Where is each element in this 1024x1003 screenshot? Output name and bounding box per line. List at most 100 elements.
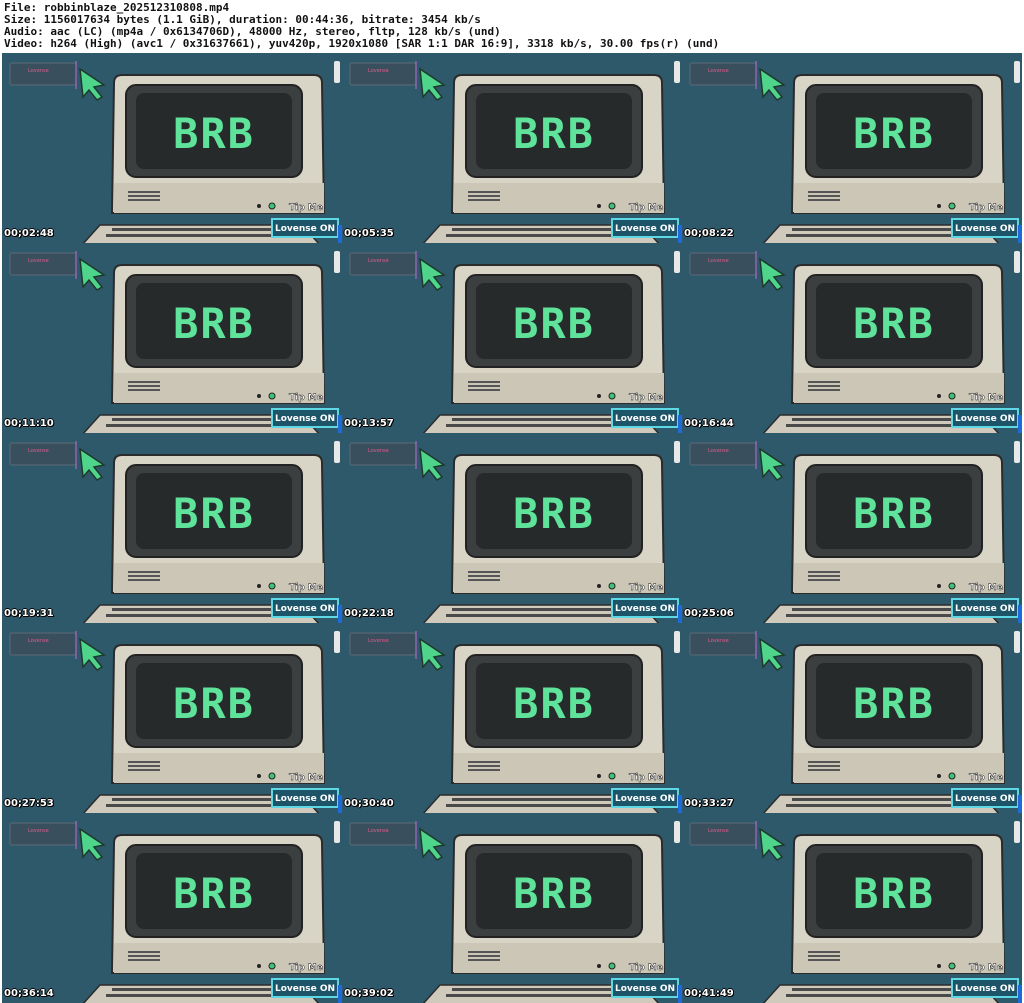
- status-led: [608, 962, 616, 970]
- thumbnail-9[interactable]: Lovense BRB Tip Me Lovense ON 00;25:06: [682, 433, 1022, 623]
- vent-line: [808, 195, 840, 197]
- vent-line: [808, 959, 840, 961]
- power-led: [597, 964, 601, 968]
- tip-me-label: Tip Me: [629, 583, 663, 593]
- side-bar: [1014, 821, 1020, 843]
- key-row: [792, 608, 952, 611]
- key-row: [106, 994, 278, 997]
- tip-me-label: Tip Me: [289, 583, 323, 593]
- tip-me-label: Tip Me: [629, 773, 663, 783]
- lovense-mini-panel: [689, 252, 757, 276]
- vent-line: [468, 385, 500, 387]
- timestamp: 00;11:10: [4, 418, 54, 429]
- status-led: [268, 772, 276, 780]
- tip-me-label: Tip Me: [289, 963, 323, 973]
- lovense-on-label: Lovense ON: [615, 604, 675, 614]
- key-row: [452, 608, 612, 611]
- lovense-on-label: Lovense ON: [615, 984, 675, 994]
- vent-line: [808, 765, 840, 767]
- brb-scene: Lovense BRB Tip Me Lovense ON: [2, 243, 342, 433]
- key-row: [792, 228, 952, 231]
- timestamp: 00;02:48: [4, 228, 54, 239]
- key-row: [106, 424, 278, 427]
- key-row: [452, 228, 612, 231]
- status-led: [268, 202, 276, 210]
- lovense-on-label: Lovense ON: [955, 224, 1015, 234]
- tip-me-label: Tip Me: [969, 203, 1003, 213]
- thumbnail-1[interactable]: Lovense BRB Tip Me Lovense ON 00;02:48: [2, 53, 342, 243]
- brb-scene: Lovense BRB Tip Me Lovense ON: [2, 53, 342, 243]
- vent-line: [468, 191, 500, 193]
- side-bar: [1014, 631, 1020, 653]
- thumbnail-7[interactable]: Lovense BRB Tip Me Lovense ON 00;19:31: [2, 433, 342, 623]
- vent-line: [808, 761, 840, 763]
- side-bar: [674, 631, 680, 653]
- power-led: [937, 394, 941, 398]
- lovense-mini-panel: [689, 822, 757, 846]
- thumbnail-15[interactable]: Lovense BRB Tip Me Lovense ON 00;41:49: [682, 813, 1022, 1003]
- lovense-mini-label: Lovense: [368, 258, 389, 264]
- edge-accent: [1018, 985, 1022, 1003]
- thumbnail-14[interactable]: Lovense BRB Tip Me Lovense ON 00;39:02: [342, 813, 682, 1003]
- brb-scene: Lovense BRB Tip Me Lovense ON: [682, 813, 1022, 1003]
- vent-line: [808, 381, 840, 383]
- timestamp: 00;22:18: [344, 608, 394, 619]
- vent-line: [808, 579, 840, 581]
- lovense-mini-panel: [349, 632, 417, 656]
- lovense-on-label: Lovense ON: [955, 414, 1015, 424]
- key-row: [452, 988, 612, 991]
- power-led: [937, 584, 941, 588]
- side-bar: [334, 251, 340, 273]
- side-bar: [674, 61, 680, 83]
- tip-me-label: Tip Me: [969, 393, 1003, 403]
- lovense-mini-label: Lovense: [28, 448, 49, 454]
- vent-line: [468, 959, 500, 961]
- tip-me-label: Tip Me: [289, 203, 323, 213]
- key-row: [112, 418, 272, 421]
- thumbnail-12[interactable]: Lovense BRB Tip Me Lovense ON 00;33:27: [682, 623, 1022, 813]
- lovense-mini-panel: [9, 62, 77, 86]
- thumbnail-4[interactable]: Lovense BRB Tip Me Lovense ON 00;11:10: [2, 243, 342, 433]
- status-led: [608, 772, 616, 780]
- lovense-mini-label: Lovense: [28, 828, 49, 834]
- lovense-on-label: Lovense ON: [275, 604, 335, 614]
- thumbnail-3[interactable]: Lovense BRB Tip Me Lovense ON 00;08:22: [682, 53, 1022, 243]
- key-row: [446, 804, 618, 807]
- brb-text: BRB: [173, 109, 255, 158]
- thumbnail-13[interactable]: Lovense BRB Tip Me Lovense ON 00;36:14: [2, 813, 342, 1003]
- thumbnail-10[interactable]: Lovense BRB Tip Me Lovense ON 00;27:53: [2, 623, 342, 813]
- thumbnail-5[interactable]: Lovense BRB Tip Me Lovense ON 00;13:57: [342, 243, 682, 433]
- lovense-on-label: Lovense ON: [275, 224, 335, 234]
- tip-me-label: Tip Me: [969, 583, 1003, 593]
- status-led: [268, 962, 276, 970]
- lovense-mini-panel: [9, 252, 77, 276]
- vent-line: [808, 575, 840, 577]
- timestamp: 00;08:22: [684, 228, 734, 239]
- power-led: [257, 964, 261, 968]
- status-led: [948, 202, 956, 210]
- edge-accent: [1018, 605, 1022, 623]
- brb-scene: Lovense BRB Tip Me Lovense ON: [342, 433, 682, 623]
- lovense-mini-label: Lovense: [368, 68, 389, 74]
- vent-line: [128, 575, 160, 577]
- power-led: [597, 774, 601, 778]
- lovense-mini-label: Lovense: [708, 638, 729, 644]
- thumbnail-6[interactable]: Lovense BRB Tip Me Lovense ON 00;16:44: [682, 243, 1022, 433]
- thumbnail-11[interactable]: Lovense BRB Tip Me Lovense ON 00;30:40: [342, 623, 682, 813]
- vent-line: [468, 955, 500, 957]
- key-row: [786, 804, 958, 807]
- lovense-on-label: Lovense ON: [275, 414, 335, 424]
- lovense-on-label: Lovense ON: [955, 604, 1015, 614]
- side-bar: [674, 251, 680, 273]
- vent-line: [468, 199, 500, 201]
- lovense-mini-panel: [349, 822, 417, 846]
- thumbnail-2[interactable]: Lovense BRB Tip Me Lovense ON 00;05:35: [342, 53, 682, 243]
- thumbnail-8[interactable]: Lovense BRB Tip Me Lovense ON 00;22:18: [342, 433, 682, 623]
- side-bar: [334, 61, 340, 83]
- key-row: [446, 424, 618, 427]
- vent-line: [128, 381, 160, 383]
- tip-me-label: Tip Me: [289, 393, 323, 403]
- side-bar: [1014, 251, 1020, 273]
- status-led: [948, 962, 956, 970]
- video-line: Video: h264 (High) (avc1 / 0x31637661), …: [4, 37, 720, 50]
